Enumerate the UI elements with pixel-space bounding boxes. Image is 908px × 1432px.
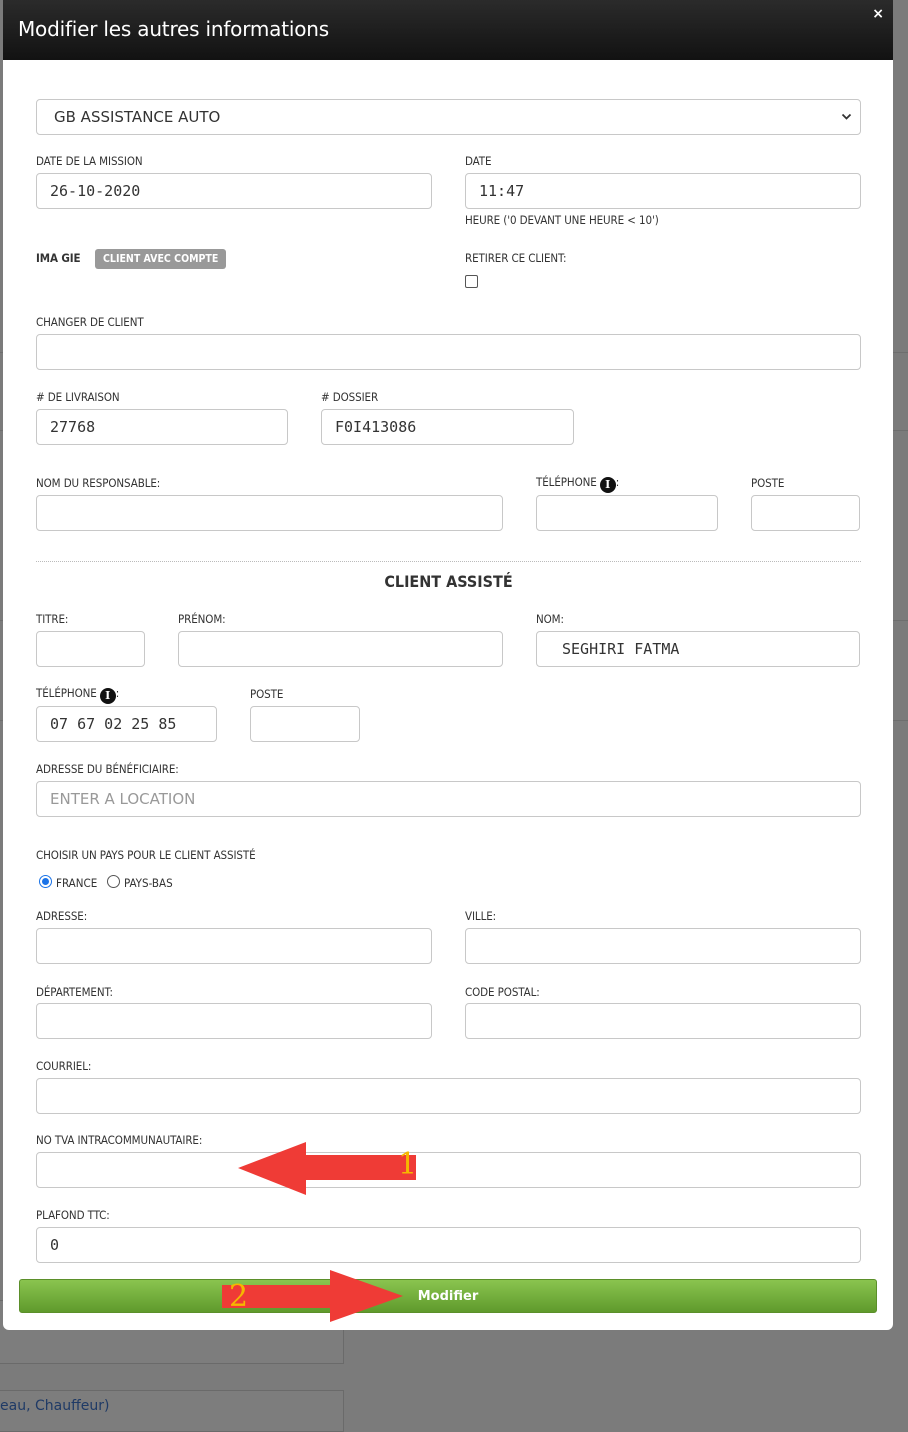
manager-name-input[interactable] (36, 495, 503, 531)
modal-title: Modifier les autres informations (18, 17, 329, 41)
beneficiary-address-label: ADRESSE DU BÉNÉFICIAIRE: (36, 762, 179, 776)
time-help-text: HEURE ('0 DEVANT UNE HEURE < 10') (465, 213, 659, 227)
assisted-extension-input[interactable] (250, 706, 360, 742)
manager-phone-input[interactable] (536, 495, 718, 531)
manager-name-label: NOM DU RESPONSABLE: (36, 476, 161, 490)
mission-time-input[interactable]: 11:47 (465, 173, 861, 209)
manager-phone-label-text: TÉLÉPHONE (536, 475, 597, 489)
first-name-input[interactable] (178, 631, 503, 667)
edit-info-modal: Modifier les autres informations × GB AS… (3, 0, 893, 1330)
credit-limit-label: PLAFOND TTC: (36, 1208, 110, 1222)
city-input[interactable] (465, 928, 861, 964)
manager-extension-input[interactable] (751, 495, 860, 531)
vat-number-input[interactable] (36, 1152, 861, 1188)
assisted-extension-label: POSTE (250, 687, 284, 701)
info-icon[interactable]: i (599, 477, 616, 493)
beneficiary-address-placeholder: ENTER A LOCATION (50, 790, 196, 808)
annotation-arrow-2: 2 (222, 1270, 404, 1328)
client-name: IMA GIE (36, 251, 81, 265)
chevron-down-icon (841, 100, 852, 147)
postal-code-label: CODE POSTAL: (465, 985, 540, 999)
annotation-arrow-1: 1 (238, 1142, 420, 1200)
manager-phone-label-suffix: : (615, 475, 620, 489)
change-client-input[interactable] (36, 334, 861, 370)
change-client-label: CHANGER DE CLIENT (36, 315, 144, 329)
delivery-number-input[interactable]: 27768 (36, 409, 288, 445)
beneficiary-address-input[interactable]: ENTER A LOCATION (36, 781, 861, 817)
info-icon[interactable]: i (99, 688, 116, 704)
email-input[interactable] (36, 1078, 861, 1114)
annotation-number-1: 1 (398, 1147, 418, 1182)
section-divider (36, 561, 861, 562)
department-input[interactable] (36, 1003, 432, 1039)
street-address-label: ADRESSE: (36, 909, 88, 923)
postal-code-input[interactable] (465, 1003, 861, 1039)
title-label: TITRE: (36, 612, 69, 626)
credit-limit-input[interactable]: 0 (36, 1227, 861, 1263)
radio-netherlands[interactable] (107, 875, 120, 888)
department-label: DÉPARTEMENT: (36, 985, 113, 999)
assisted-client-section-title: CLIENT ASSISTÉ (384, 572, 513, 591)
city-label: VILLE: (465, 909, 497, 923)
radio-france-label: FRANCE (56, 876, 98, 890)
dossier-number-label: # DOSSIER (321, 390, 379, 404)
modify-button[interactable]: Modifier (19, 1279, 877, 1313)
remove-client-label: RETIRER CE CLIENT: (465, 251, 567, 265)
vat-number-label: NO TVA INTRACOMMUNAUTAIRE: (36, 1133, 203, 1147)
bg-link-text[interactable]: eau, Chauffeur) (0, 1398, 109, 1414)
manager-extension-label: POSTE (751, 476, 785, 490)
last-name-label: NOM: (536, 612, 564, 626)
modal-header: Modifier les autres informations × (3, 0, 893, 60)
last-name-input[interactable]: SEGHIRI FATMA (536, 631, 860, 667)
annotation-number-2: 2 (229, 1279, 249, 1314)
mission-time-label: DATE (465, 154, 492, 168)
email-label: COURRIEL: (36, 1059, 92, 1073)
first-name-label: PRÉNOM: (178, 612, 226, 626)
street-address-input[interactable] (36, 928, 432, 964)
assisted-phone-label-suffix: : (115, 686, 120, 700)
assisted-phone-label-text: TÉLÉPHONE (36, 686, 97, 700)
title-input[interactable] (36, 631, 145, 667)
close-icon[interactable]: × (872, 6, 884, 22)
dossier-number-input[interactable]: F0I413086 (321, 409, 574, 445)
radio-netherlands-label: PAYS-BAS (124, 876, 173, 890)
country-choice-label: CHOISIR UN PAYS POUR LE CLIENT ASSISTÉ (36, 848, 256, 862)
assisted-phone-label: TÉLÉPHONE i: (36, 686, 119, 704)
manager-phone-label: TÉLÉPHONE i: (536, 475, 619, 493)
mission-date-input[interactable]: 26-10-2020 (36, 173, 432, 209)
assisted-phone-input[interactable]: 07 67 02 25 85 (36, 706, 217, 742)
company-select-value: GB ASSISTANCE AUTO (54, 108, 221, 126)
mission-date-label: DATE DE LA MISSION (36, 154, 143, 168)
client-account-badge: CLIENT AVEC COMPTE (95, 249, 227, 269)
delivery-number-label: # DE LIVRAISON (36, 390, 120, 404)
remove-client-checkbox[interactable] (465, 275, 478, 288)
company-select[interactable]: GB ASSISTANCE AUTO (36, 99, 861, 135)
radio-france[interactable] (39, 875, 52, 888)
